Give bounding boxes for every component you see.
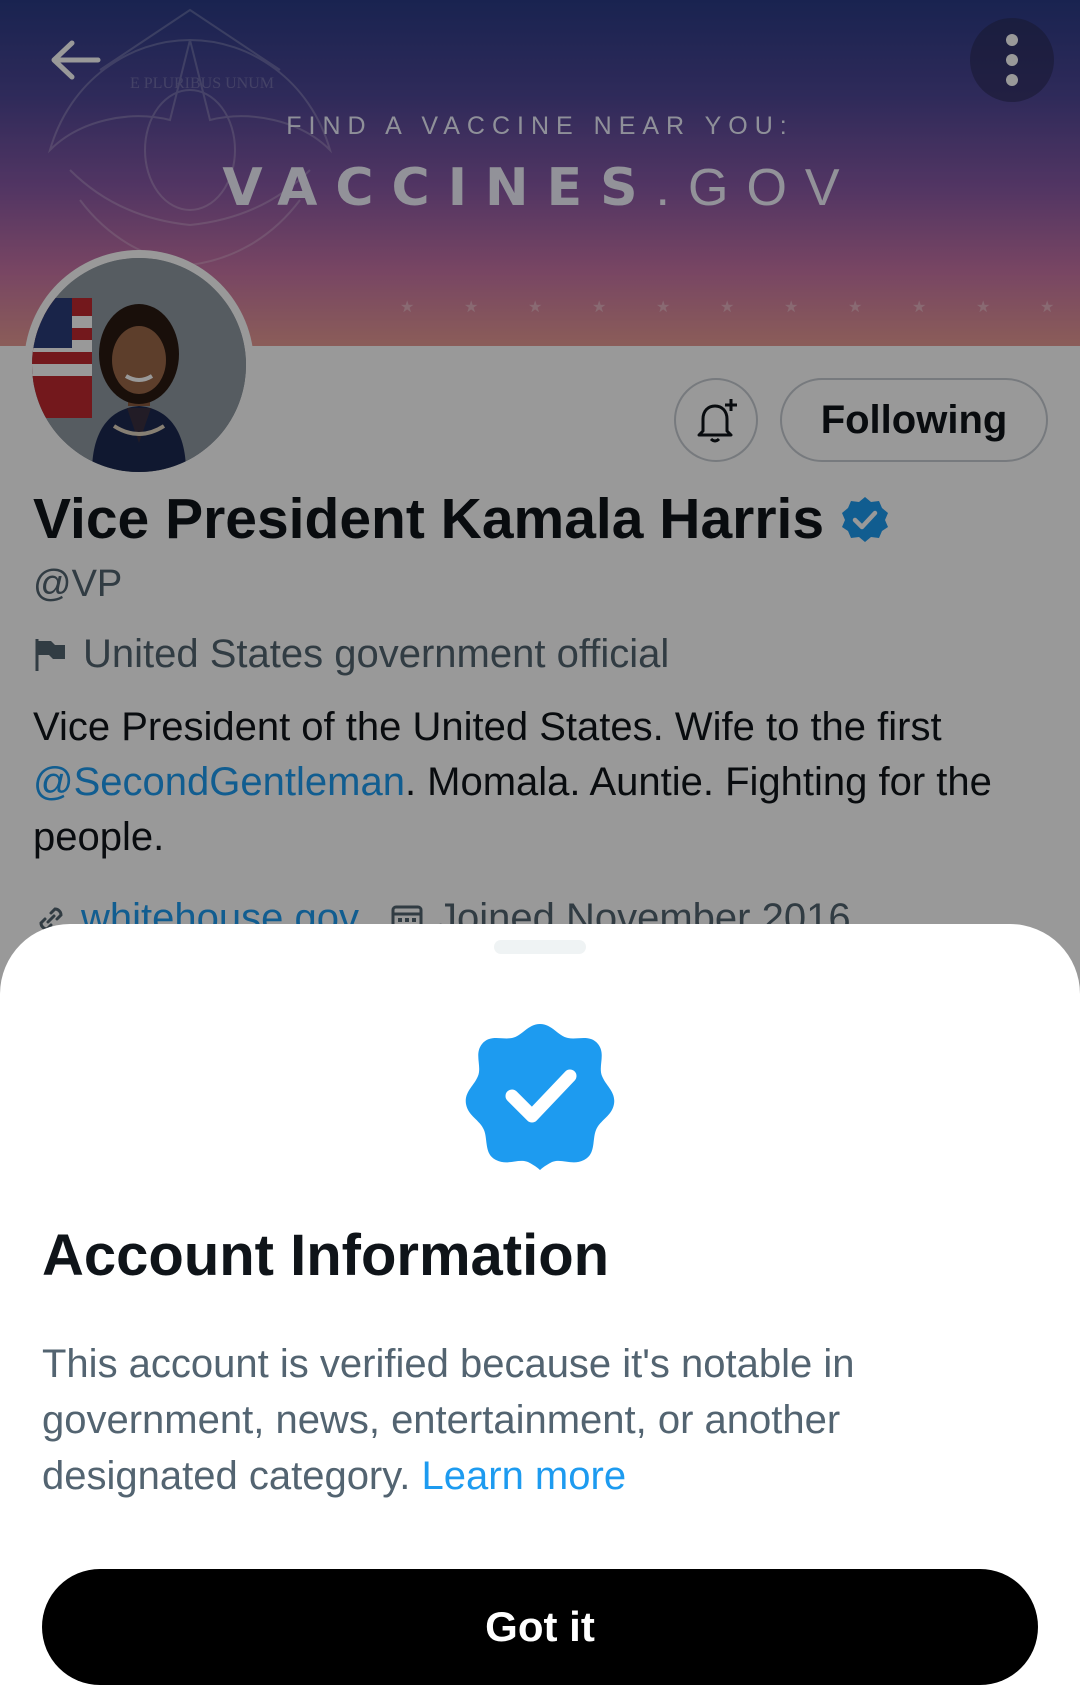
sheet-drag-handle[interactable] [494, 940, 586, 954]
learn-more-link[interactable]: Learn more [422, 1454, 627, 1498]
got-it-button[interactable]: Got it [42, 1569, 1038, 1685]
verified-badge-icon [465, 1024, 615, 1170]
account-info-sheet: Account Information This account is veri… [0, 924, 1080, 1699]
sheet-description: This account is verified because it's no… [42, 1336, 1042, 1504]
sheet-title: Account Information [42, 1223, 610, 1288]
